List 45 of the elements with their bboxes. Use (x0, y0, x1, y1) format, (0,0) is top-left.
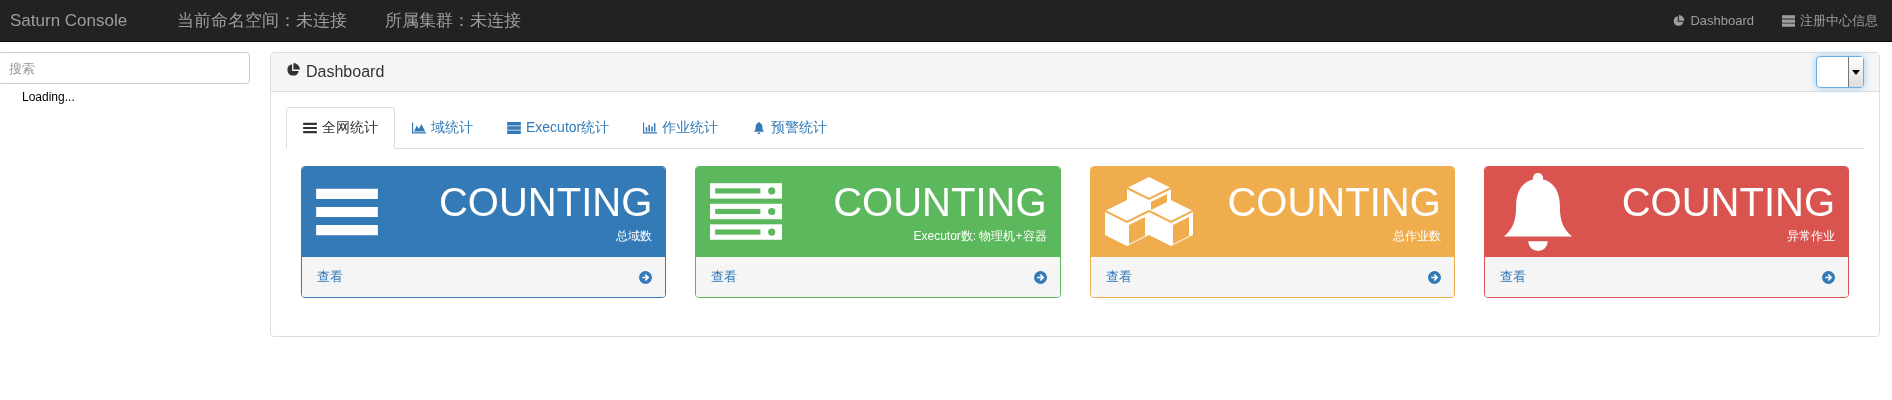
search-field[interactable]: 搜索 (0, 52, 250, 84)
tab[interactable]: 预警统计 (735, 107, 845, 149)
view-link[interactable]: 查看 (696, 257, 1060, 297)
brand-title[interactable]: Saturn Console (0, 10, 178, 31)
tab[interactable]: 全网统计 (286, 107, 395, 149)
count-text: COUNTING (833, 179, 1047, 224)
bell-icon (752, 122, 767, 134)
server-icon (710, 183, 783, 241)
caret-icon[interactable] (1848, 57, 1863, 87)
count-label: 总域数 (615, 227, 653, 245)
select-field[interactable] (1816, 56, 1864, 88)
cubes-icon (1104, 176, 1193, 248)
status-text: 所属集群：未连接 (385, 10, 522, 32)
view-text[interactable]: 查看 (1105, 268, 1132, 286)
view-text[interactable]: 查看 (1499, 268, 1526, 286)
count-label: 异常作业 (1786, 227, 1835, 245)
arrow-circle-icon[interactable] (639, 270, 653, 284)
pie-chart-icon (286, 63, 300, 77)
nav-link[interactable]: 注册中心信息 (1800, 11, 1878, 30)
server-icon (1782, 14, 1795, 27)
nav-link[interactable]: Dashboard (1690, 13, 1754, 28)
area-chart-icon (412, 122, 426, 134)
arrow-circle-icon[interactable] (1033, 270, 1047, 284)
tab[interactable]: 作业统计 (626, 107, 736, 149)
count-label: 总作业数 (1391, 227, 1441, 245)
count-text: COUNTING (438, 179, 653, 224)
status-text: 当前命名空间：未连接 (177, 10, 348, 32)
view-text[interactable]: 查看 (711, 268, 738, 286)
bar-chart-icon (643, 122, 658, 134)
count-label: Executor数: 物理机+容器 (912, 227, 1047, 245)
panel-title: Dashboard (306, 63, 385, 81)
count-text: COUNTING (1227, 179, 1441, 224)
tab[interactable]: 域统计 (395, 107, 490, 149)
loading-text: Loading... (21, 89, 76, 104)
arrow-circle-icon[interactable] (1427, 270, 1441, 284)
pie-chart-icon (1672, 14, 1686, 27)
arrow-circle-icon[interactable] (1822, 270, 1835, 284)
view-link[interactable]: 查看 (302, 257, 666, 297)
view-text[interactable]: 查看 (317, 268, 343, 286)
server-icon (507, 122, 521, 134)
tab[interactable]: Executor统计 (490, 107, 627, 149)
count-text: COUNTING (1621, 179, 1835, 224)
menu-icon (303, 122, 317, 134)
view-link[interactable]: 查看 (1090, 257, 1454, 297)
view-link[interactable]: 查看 (1484, 257, 1848, 297)
